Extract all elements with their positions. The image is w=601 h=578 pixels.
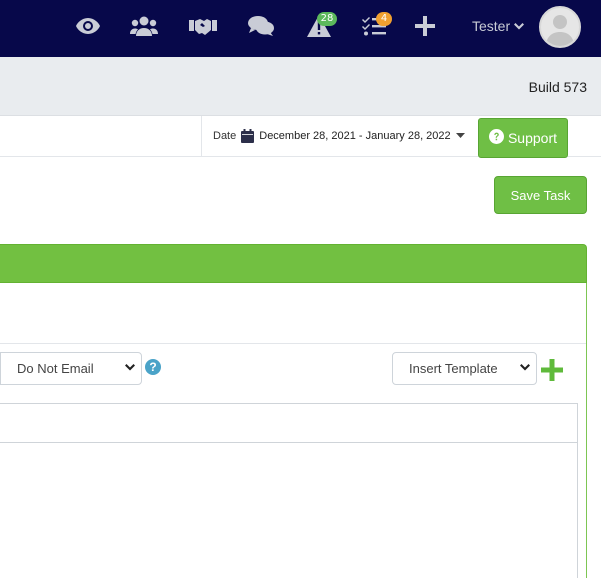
tasks-count-badge: 4 xyxy=(376,12,392,26)
insert-template-select[interactable]: Insert Template xyxy=(392,352,537,385)
date-range-picker[interactable]: Date December 28, 2021 - January 28, 202… xyxy=(201,116,465,156)
help-icon[interactable]: ? xyxy=(145,359,161,375)
question-circle-icon xyxy=(488,129,504,147)
chevron-down-icon xyxy=(520,364,530,371)
calendar-icon xyxy=(241,129,255,143)
user-menu[interactable]: Tester xyxy=(472,18,525,34)
plus-icon[interactable] xyxy=(410,13,440,39)
handshake-icon[interactable] xyxy=(188,13,218,39)
user-name: Tester xyxy=(472,18,511,34)
avatar[interactable] xyxy=(539,6,581,48)
date-range-value: December 28, 2021 - January 28, 2022 xyxy=(259,130,451,142)
eye-icon[interactable] xyxy=(73,13,103,39)
caret-down-icon xyxy=(455,133,465,139)
insert-template-value: Insert Template xyxy=(409,361,498,376)
support-label: Support xyxy=(507,130,558,146)
save-task-button[interactable]: Save Task xyxy=(494,176,587,214)
divider xyxy=(0,343,586,344)
chevron-down-icon xyxy=(125,364,135,371)
editor-toolbar xyxy=(0,403,578,443)
editor-text-area[interactable] xyxy=(0,443,578,578)
chevron-down-icon xyxy=(514,18,525,34)
build-strip: Build 573 xyxy=(0,57,601,116)
panel-header xyxy=(0,244,587,283)
comments-icon[interactable] xyxy=(246,13,276,39)
top-navbar: 28 4 Tester xyxy=(0,0,601,57)
alerts-count-badge: 28 xyxy=(317,12,337,26)
support-button[interactable]: Support xyxy=(478,118,568,158)
email-option-value: Do Not Email xyxy=(17,361,94,376)
date-label: Date xyxy=(213,130,237,142)
add-template-plus-icon[interactable] xyxy=(541,359,563,381)
email-option-select[interactable]: Do Not Email xyxy=(0,352,142,385)
users-icon[interactable] xyxy=(129,13,159,39)
build-label: Build 573 xyxy=(528,79,587,95)
